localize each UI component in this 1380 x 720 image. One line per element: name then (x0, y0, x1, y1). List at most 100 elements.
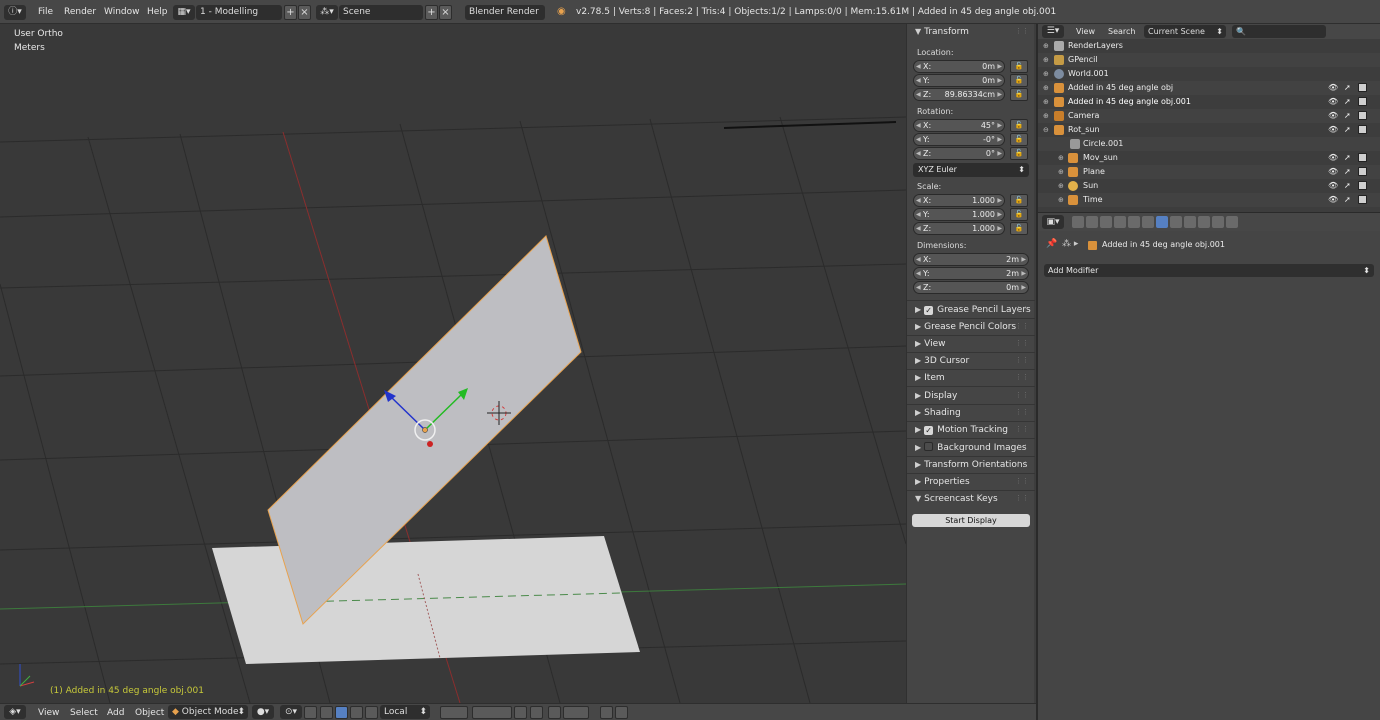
menu-help[interactable]: Help (147, 4, 168, 20)
view-panel[interactable]: ▶ View ⋮⋮ (907, 336, 1035, 351)
add-layout-icon[interactable]: + (284, 5, 297, 20)
remove-scene-icon[interactable]: × (439, 5, 452, 20)
location-z-field[interactable]: ◀ Z: 89.86334cm ▶ (913, 88, 1005, 101)
opengl-render-icon[interactable] (600, 706, 613, 719)
renderability-camera-icon[interactable] (1358, 125, 1367, 134)
transform-orientations-panel[interactable]: ▶ Transform Orientations ⋮⋮ (907, 457, 1035, 472)
menu-object[interactable]: Object (135, 706, 164, 720)
3d-view-editor-type-icon[interactable]: ◈▾ (4, 705, 26, 719)
constraints-tab-icon[interactable] (1142, 216, 1154, 228)
translate-manipulator-icon[interactable] (335, 706, 348, 719)
lock-rotation-x-icon[interactable]: 🔓 (1010, 119, 1028, 132)
pivot-point-icon[interactable]: ⊙▾ (280, 705, 302, 719)
selectability-arrow-icon[interactable]: ➚ (1344, 151, 1351, 165)
renderability-camera-icon[interactable] (1358, 83, 1367, 92)
outliner-editor-type-icon[interactable]: ☰▾ (1042, 25, 1064, 38)
menu-file[interactable]: File (38, 4, 53, 20)
outliner-row-selected[interactable]: ⊕ Added in 45 deg angle obj.001 👁 ➚ (1038, 95, 1380, 109)
render-layers-tab-icon[interactable] (1086, 216, 1098, 228)
rotation-y-field[interactable]: ◀ Y: -0° ▶ (913, 133, 1005, 146)
menu-render[interactable]: Render (64, 4, 96, 20)
renderability-camera-icon[interactable] (1358, 167, 1367, 176)
screen-layout-icon[interactable]: ▦▾ (173, 5, 195, 20)
renderability-camera-icon[interactable] (1358, 181, 1367, 190)
visibility-eye-icon[interactable]: 👁 (1328, 165, 1338, 179)
opengl-animation-icon[interactable] (615, 706, 628, 719)
properties-panel[interactable]: ▶ Properties ⋮⋮ (907, 474, 1035, 489)
visibility-eye-icon[interactable]: 👁 (1328, 193, 1338, 207)
selectability-arrow-icon[interactable]: ➚ (1344, 123, 1351, 137)
interaction-mode-dropdown[interactable]: ◆ Object Mode ⬍ (168, 705, 248, 719)
rotation-z-field[interactable]: ◀ Z: 0° ▶ (913, 147, 1005, 160)
outliner-search-input[interactable]: 🔍 (1232, 25, 1326, 38)
limit-selection-icon[interactable] (304, 706, 317, 719)
renderability-camera-icon[interactable] (1358, 97, 1367, 106)
scene-icon[interactable]: ⁂▾ (316, 5, 338, 20)
texture-tab-icon[interactable] (1198, 216, 1210, 228)
visibility-eye-icon[interactable]: 👁 (1328, 81, 1338, 95)
selectability-arrow-icon[interactable]: ➚ (1344, 193, 1351, 207)
x-manipulator-handle[interactable] (427, 441, 433, 447)
render-tab-icon[interactable] (1072, 216, 1084, 228)
transform-orientation-dropdown[interactable]: Local ⬍ (380, 705, 430, 719)
remove-layout-icon[interactable]: × (298, 5, 311, 20)
display-panel[interactable]: ▶ Display ⋮⋮ (907, 388, 1035, 403)
menu-window[interactable]: Window (104, 4, 140, 20)
scale-x-field[interactable]: ◀ X: 1.000 ▶ (913, 194, 1005, 207)
menu-select[interactable]: Select (70, 706, 98, 720)
visibility-eye-icon[interactable]: 👁 (1328, 95, 1338, 109)
location-x-field[interactable]: ◀ X: 0m ▶ (913, 60, 1005, 73)
dimensions-x-field[interactable]: ◀ X: 2m ▶ (913, 253, 1029, 266)
outliner-row[interactable]: ⊕ RenderLayers (1038, 39, 1380, 53)
outliner-menu-search[interactable]: Search (1108, 24, 1135, 39)
screencast-keys-panel[interactable]: ▼ Screencast Keys ⋮⋮ (907, 491, 1035, 506)
outliner-row[interactable]: ⊖ Rot_sun 👁 ➚ (1038, 123, 1380, 137)
material-tab-icon[interactable] (1184, 216, 1196, 228)
renderability-camera-icon[interactable] (1358, 195, 1367, 204)
outliner-row[interactable]: Circle.001 (1038, 137, 1380, 151)
outliner-row[interactable]: ⊕ Sun 👁 ➚ (1038, 179, 1380, 193)
renderability-camera-icon[interactable] (1358, 153, 1367, 162)
lock-rotation-y-icon[interactable]: 🔓 (1010, 133, 1028, 146)
outliner-row[interactable]: ⊕ Added in 45 deg angle obj 👁 ➚ (1038, 81, 1380, 95)
outliner-row[interactable]: ⊕ Camera 👁 ➚ (1038, 109, 1380, 123)
info-editor-type-icon[interactable]: ⓘ▾ (4, 5, 26, 20)
scale-z-field[interactable]: ◀ Z: 1.000 ▶ (913, 222, 1005, 235)
visibility-eye-icon[interactable]: 👁 (1328, 179, 1338, 193)
selectability-arrow-icon[interactable]: ➚ (1344, 81, 1351, 95)
background-images-panel[interactable]: ▶ Background Images ⋮⋮ (907, 440, 1035, 455)
visibility-eye-icon[interactable]: 👁 (1328, 123, 1338, 137)
lock-location-y-icon[interactable]: 🔓 (1010, 74, 1028, 87)
dimensions-z-field[interactable]: ◀ Z: 0m ▶ (913, 281, 1029, 294)
3d-viewport[interactable]: User Ortho Meters (1) Added in 45 deg an… (0, 24, 906, 703)
grease-pencil-colors-panel[interactable]: ▶ Grease Pencil Colors ⋮⋮ (907, 319, 1035, 334)
lock-scale-y-icon[interactable]: 🔓 (1010, 208, 1028, 221)
proportional-edit-icon[interactable] (530, 706, 543, 719)
menu-add[interactable]: Add (107, 706, 124, 720)
layer-buttons-icon[interactable] (472, 706, 512, 719)
manipulator-toggle-icon[interactable] (320, 706, 333, 719)
start-display-button[interactable]: Start Display (912, 514, 1030, 527)
selectability-arrow-icon[interactable]: ➚ (1344, 95, 1351, 109)
lock-camera-icon[interactable] (514, 706, 527, 719)
scale-manipulator-icon[interactable] (365, 706, 378, 719)
outliner-menu-view[interactable]: View (1076, 24, 1095, 39)
world-tab-icon[interactable] (1114, 216, 1126, 228)
data-tab-icon[interactable] (1170, 216, 1182, 228)
scale-y-field[interactable]: ◀ Y: 1.000 ▶ (913, 208, 1005, 221)
rotation-x-field[interactable]: ◀ X: 45° ▶ (913, 119, 1005, 132)
add-modifier-dropdown[interactable]: Add Modifier ⬍ (1044, 264, 1374, 277)
outliner-row[interactable]: ⊕ GPencil (1038, 53, 1380, 67)
lock-rotation-z-icon[interactable]: 🔓 (1010, 147, 1028, 160)
dimensions-y-field[interactable]: ◀ Y: 2m ▶ (913, 267, 1029, 280)
floor-plane-object[interactable] (212, 536, 640, 664)
snap-element-icon[interactable] (563, 706, 589, 719)
selectability-arrow-icon[interactable]: ➚ (1344, 109, 1351, 123)
outliner-row[interactable]: ⊕ World.001 (1038, 67, 1380, 81)
viewport-shading-icon[interactable]: ●▾ (252, 705, 274, 719)
visibility-eye-icon[interactable]: 👁 (1328, 109, 1338, 123)
physics-tab-icon[interactable] (1226, 216, 1238, 228)
item-panel[interactable]: ▶ Item ⋮⋮ (907, 370, 1035, 385)
rotate-manipulator-icon[interactable] (350, 706, 363, 719)
visibility-eye-icon[interactable]: 👁 (1328, 151, 1338, 165)
